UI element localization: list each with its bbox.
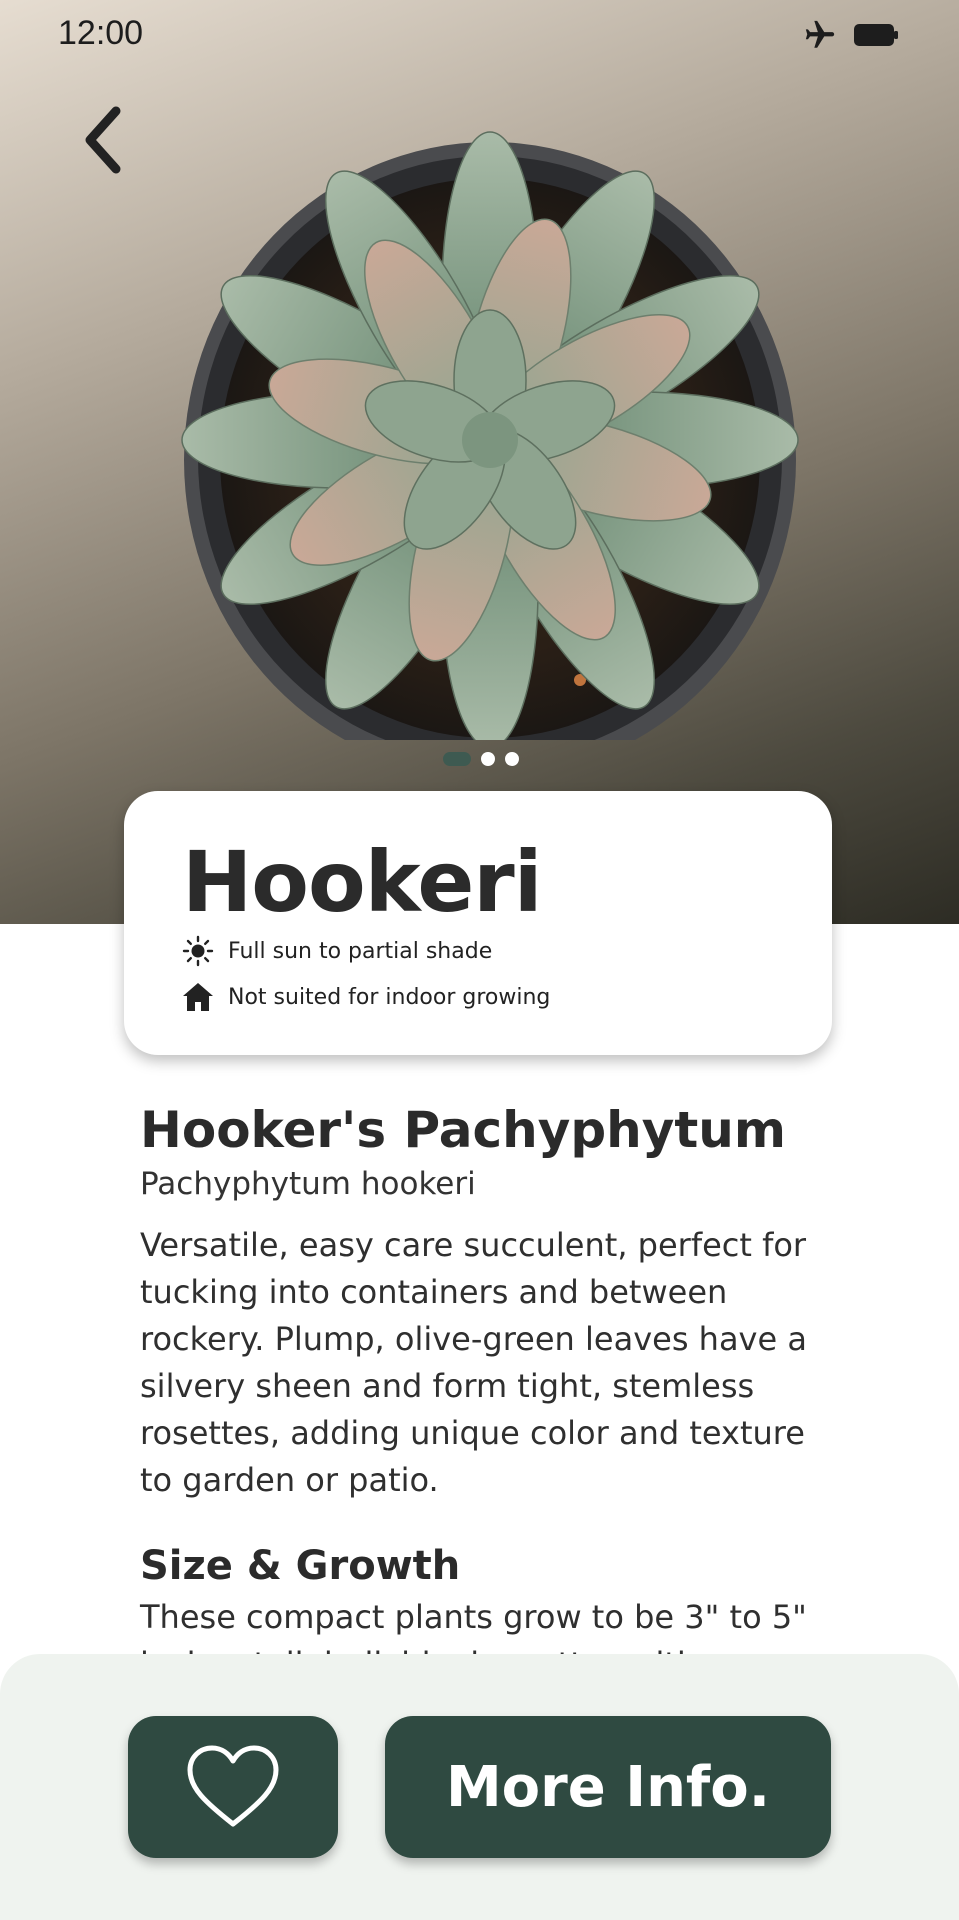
latin-name: Pachyphytum hookeri xyxy=(140,1166,476,1202)
page-dot-active[interactable] xyxy=(443,752,471,766)
house-icon xyxy=(182,981,214,1013)
plant-details: Hooker's Pachyphytum Pachyphytum hookeri… xyxy=(140,1100,820,1688)
plant-summary-card: Hookeri Full sun to partial shade Not su… xyxy=(124,791,832,1055)
sun-icon xyxy=(182,935,214,967)
light-requirement: Full sun to partial shade xyxy=(182,935,492,967)
indoor-suitability: Not suited for indoor growing xyxy=(182,981,550,1013)
indoor-text: Not suited for indoor growing xyxy=(228,984,551,1010)
status-icons xyxy=(801,18,899,56)
back-button[interactable] xyxy=(72,100,132,180)
light-text: Full sun to partial shade xyxy=(228,938,493,964)
size-growth-heading: Size & Growth xyxy=(140,1543,461,1589)
battery-icon xyxy=(853,22,899,52)
more-info-button[interactable]: More Info. xyxy=(385,1716,831,1858)
common-name: Hooker's Pachyphytum xyxy=(140,1101,786,1159)
page-dot[interactable] xyxy=(505,752,519,766)
hero-image-area: 12:00 xyxy=(0,0,959,924)
bottom-action-bar: More Info. xyxy=(0,1654,959,1920)
plant-short-name: Hookeri xyxy=(182,833,543,931)
gallery-page-indicator[interactable] xyxy=(443,752,519,766)
status-time: 12:00 xyxy=(58,14,144,52)
favorite-button[interactable] xyxy=(128,1716,338,1858)
plant-description: Versatile, easy care succulent, perfect … xyxy=(140,1226,807,1499)
chevron-left-icon xyxy=(85,106,121,174)
plant-photo xyxy=(181,131,799,740)
page-dot[interactable] xyxy=(481,752,495,766)
airplane-icon xyxy=(801,18,839,56)
heart-outline-icon xyxy=(187,1745,279,1827)
